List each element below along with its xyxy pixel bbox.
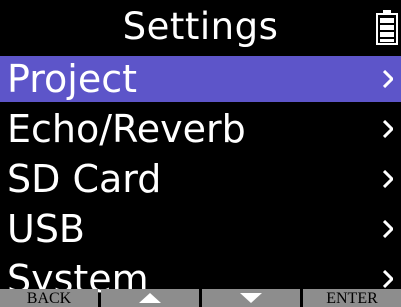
menu-item-usb[interactable]: USB (0, 206, 401, 252)
menu-item-project[interactable]: Project (0, 56, 401, 102)
enter-button[interactable]: ENTER (303, 289, 401, 307)
chevron-right-icon (383, 170, 393, 188)
menu-item-echo-reverb[interactable]: Echo/Reverb (0, 106, 401, 152)
header-bar: Settings (0, 0, 401, 55)
chevron-right-icon (383, 220, 393, 238)
menu-item-label: Echo/Reverb (7, 107, 246, 151)
down-button[interactable] (202, 289, 300, 307)
back-button[interactable]: BACK (0, 289, 98, 307)
menu-item-label: USB (7, 207, 86, 251)
menu-item-sd-card[interactable]: SD Card (0, 156, 401, 202)
up-button[interactable] (101, 289, 199, 307)
softkey-bar: BACK ENTER (0, 289, 401, 307)
settings-menu: Project Echo/Reverb SD Card USB System (0, 56, 401, 306)
triangle-up-icon (139, 293, 161, 303)
chevron-right-icon (383, 270, 393, 288)
menu-item-label: Project (7, 57, 138, 101)
menu-item-label: SD Card (7, 157, 162, 201)
chevron-right-icon (383, 70, 393, 88)
device-screen: Settings Project Echo/Reverb SD Card USB… (0, 0, 401, 307)
chevron-right-icon (383, 120, 393, 138)
battery-icon (376, 10, 398, 45)
triangle-down-icon (240, 293, 262, 303)
page-title: Settings (122, 5, 279, 48)
